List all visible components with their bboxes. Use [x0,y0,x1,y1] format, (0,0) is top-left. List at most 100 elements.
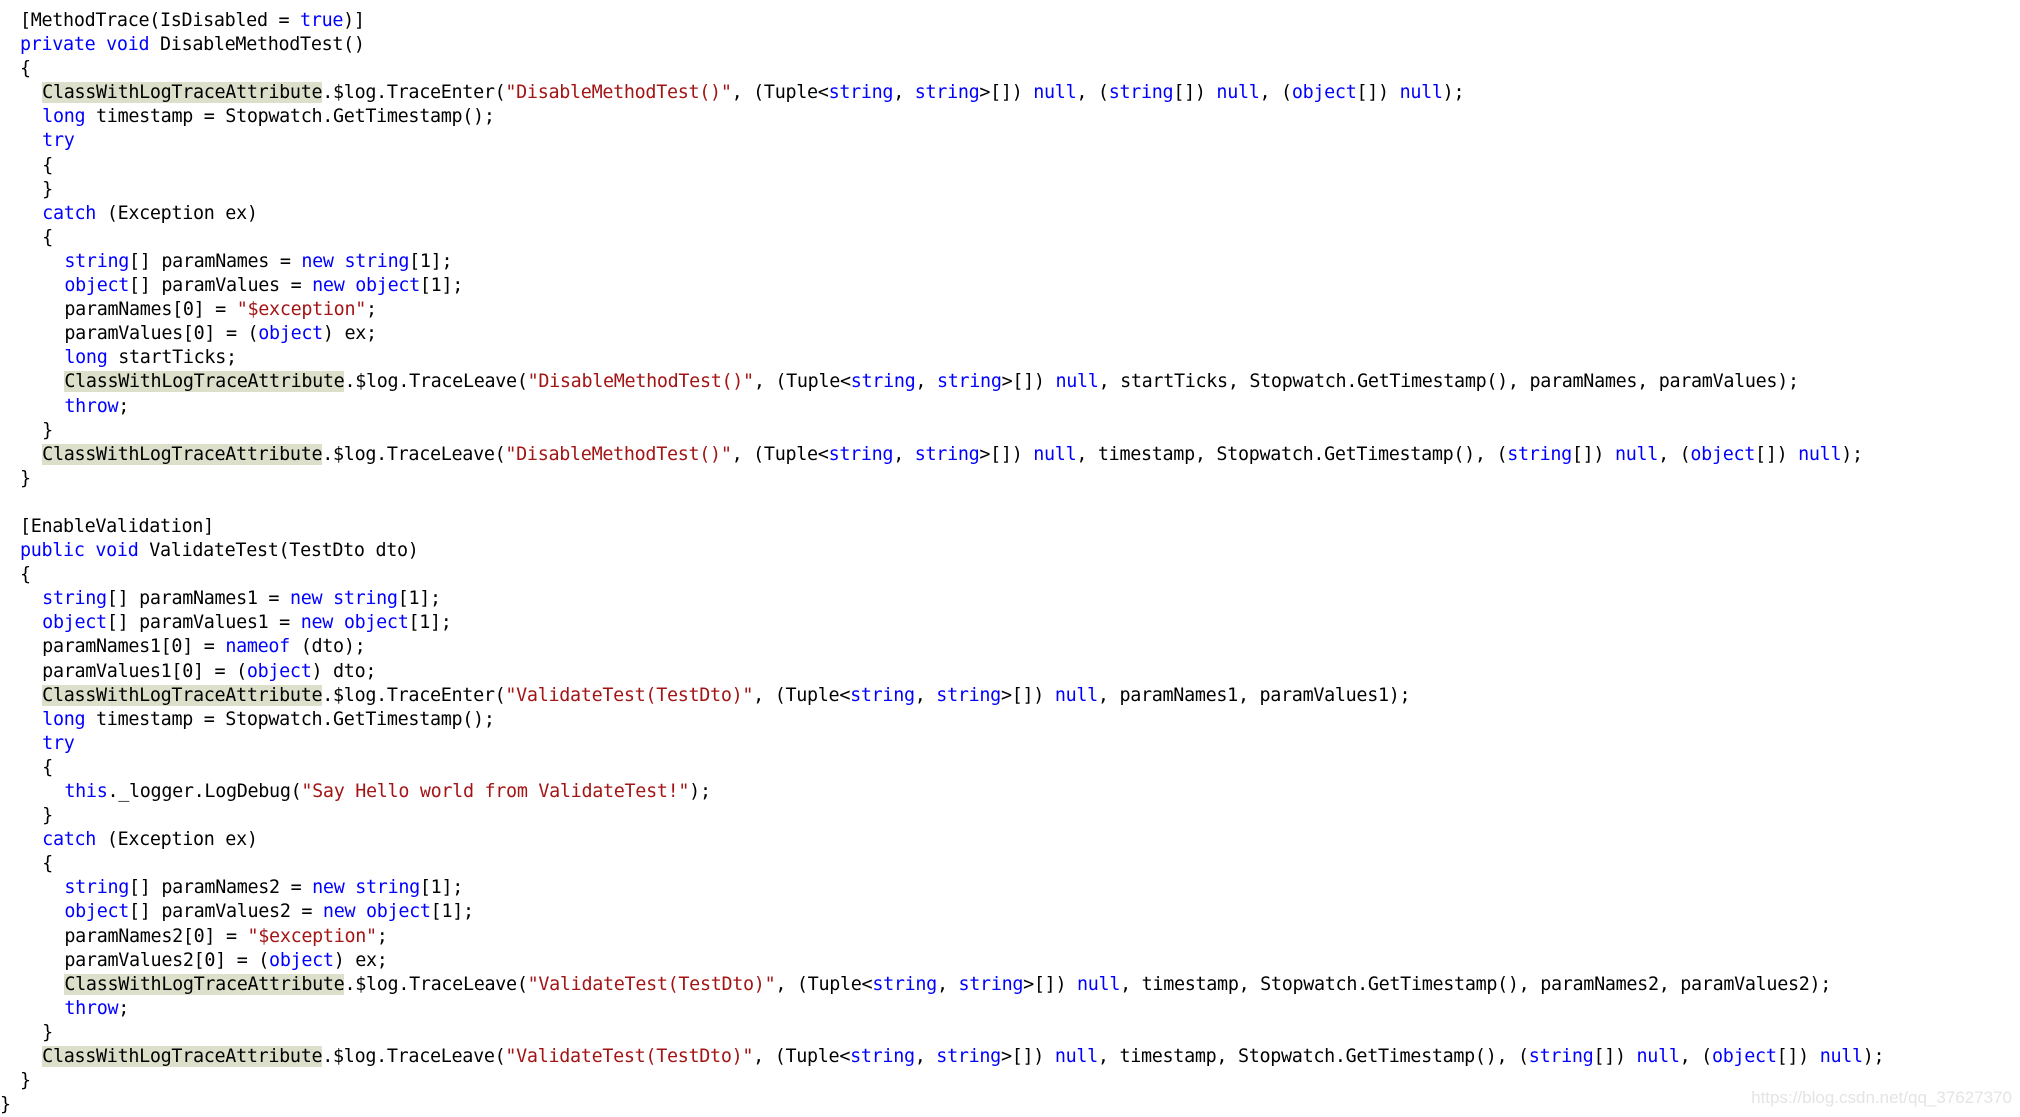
keyword-token: new [300,612,334,634]
keyword-token: null [1054,1046,1098,1068]
code-line: long startTicks; [0,346,1884,370]
keyword-token: null [1054,684,1098,706]
code-token: ) ex; [333,949,388,971]
code-editor[interactable]: [MethodTrace(IsDisabled = true)] private … [0,9,1885,1117]
code-line: } [0,178,1884,202]
code-line: } [0,1069,1884,1093]
code-token: , paramNames1, paramValues1); [1097,684,1411,706]
keyword-token: string [850,684,915,706]
code-line: { [0,852,1884,876]
code-token: , [936,973,959,995]
code-token: , (Tuple< [731,443,829,465]
code-token: , [893,443,915,465]
keyword-token: string [828,443,894,465]
keyword-token: long [42,106,86,128]
keyword-token: string [850,1046,915,1068]
keyword-token: long [64,347,108,369]
code-line: { [0,756,1884,780]
keyword-token: object [1690,443,1756,465]
code-line: paramValues2[0] = (object) ex; [0,949,1884,973]
code-token: ValidateTest(TestDto dto) [138,540,419,562]
code-line: public void ValidateTest(TestDto dto) [0,539,1884,563]
code-token: ); [689,781,711,802]
keyword-token: null [1033,82,1077,104]
string-literal: "Say Hello world from ValidateTest!" [301,781,690,802]
code-token: ); [1862,1046,1885,1068]
keyword-token: object [355,275,420,297]
code-token: [] paramNames2 = [129,877,313,899]
code-token: $log.TraceEnter( [333,684,506,706]
code-token: { [19,564,31,586]
keyword-token: null [1055,371,1099,393]
keyword-token: new [312,275,345,297]
code-token: . [322,82,334,104]
code-token: [] paramValues2 = [129,901,323,923]
code-line: try [0,129,1884,153]
keyword-token: object [64,275,130,297]
keyword-token: null [1077,973,1121,995]
keyword-token: string [64,877,130,899]
keyword-token: try [42,130,75,152]
keyword-token: string [355,877,420,899]
code-token: , timestamp, Stopwatch.GetTimestamp(), p… [1120,973,1832,995]
code-line: catch (Exception ex) [0,202,1884,226]
code-line: { [0,563,1884,587]
code-token: , ( [1259,82,1293,104]
code-token: , (Tuple< [753,371,851,393]
code-token: []) [1776,1046,1820,1068]
code-line: object[] paramValues2 = new object[1]; [0,900,1884,924]
code-token: [] paramNames = [129,250,302,272]
watermark: https://blog.csdn.net/qq_37627370 [1751,1088,2012,1107]
code-token: { [19,58,31,80]
code-line: { [0,226,1884,250]
keyword-token: catch [42,829,97,851]
code-token: ; [366,299,377,321]
code-line: object[] paramValues1 = new object[1]; [0,611,1884,635]
code-token: } [42,1021,53,1043]
code-line: paramNames[0] = "$exception"; [0,298,1884,322]
code-token: [1]; [419,877,463,899]
code-line: { [0,57,1884,81]
code-token: $log.TraceLeave( [355,371,528,393]
string-literal: "DisableMethodTest()" [505,82,732,104]
keyword-token: string [828,82,894,104]
code-token: ; [118,997,130,1019]
code-token: , (Tuple< [753,1046,851,1068]
code-token: , timestamp, Stopwatch.GetTimestamp(), ( [1076,443,1508,465]
code-token: >[]) [1000,684,1055,706]
keyword-token: void [106,34,150,56]
code-token: []) [1593,1046,1637,1068]
code-line: private void DisableMethodTest() [0,33,1884,57]
code-token: [1]; [419,275,463,297]
code-token: , (Tuple< [753,684,851,706]
keyword-token: null [1614,443,1659,465]
code-line: paramValues1[0] = (object) dto; [0,660,1884,684]
code-token: } [42,419,53,441]
code-token: >[]) [1001,371,1056,393]
code-line: try [0,732,1884,756]
highlighted-reference: ClassWithLogTraceAttribute [42,443,323,465]
keyword-token: object [1711,1046,1777,1068]
keyword-token: string [936,684,1001,706]
keyword-token: string [64,250,130,272]
code-token: paramValues1[0] = ( [42,660,247,682]
code-line: ClassWithLogTraceAttribute.$log.TraceLea… [0,370,1884,394]
code-line: object[] paramValues = new object[1]; [0,274,1884,298]
code-token: [] paramValues1 = [106,612,301,634]
code-token: []) [1755,443,1799,465]
keyword-token: string [850,371,916,393]
code-line: paramValues[0] = (object) ex; [0,322,1884,346]
keyword-token: throw [64,997,119,1019]
code-line: } [0,804,1884,828]
keyword-token: string [333,588,398,610]
keyword-token: null [1798,443,1842,465]
keyword-token: string [958,973,1024,995]
code-token: ); [1442,82,1465,104]
code-token: DisableMethodTest() [149,34,365,56]
code-line: ClassWithLogTraceAttribute.$log.TraceLea… [0,1045,1885,1069]
code-line: paramNames1[0] = nameof (dto); [0,635,1884,659]
code-line: ClassWithLogTraceAttribute.$log.TraceEnt… [0,81,1884,105]
